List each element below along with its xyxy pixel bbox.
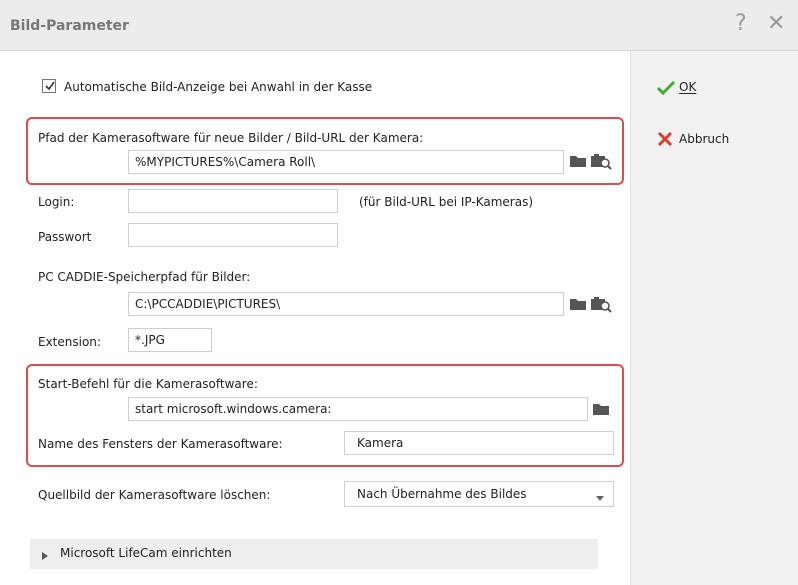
title-bar: Bild-Parameter ? ✕ <box>0 0 798 51</box>
camera-path-label: Pfad der Kamerasoftware für neue Bilder … <box>38 131 424 145</box>
lifecam-expander[interactable]: Microsoft LifeCam einrichten <box>30 539 598 569</box>
dialog-content: Automatische Bild-Anzeige bei Anwahl in … <box>0 51 630 585</box>
save-path-label: PC CADDIE-Speicherpfad für Bilder: <box>38 270 251 284</box>
save-path-input[interactable]: C:\PCCADDIE\PICTURES\ <box>128 292 564 316</box>
start-command-label: Start-Befehl für die Kamerasoftware: <box>38 377 258 391</box>
login-label: Login: <box>38 195 75 209</box>
close-x-icon <box>657 131 673 147</box>
close-button[interactable]: ✕ <box>767 12 785 36</box>
chevron-right-icon <box>42 549 48 563</box>
folder-icon[interactable] <box>569 296 587 315</box>
password-input[interactable] <box>128 223 338 247</box>
check-icon <box>657 81 675 95</box>
window-name-label: Name des Fensters der Kamerasoftware: <box>38 437 283 451</box>
auto-display-checkbox[interactable] <box>42 79 56 93</box>
extension-label: Extension: <box>38 335 101 349</box>
lifecam-label: Microsoft LifeCam einrichten <box>60 546 232 560</box>
delete-source-value: Nach Übernahme des Bildes <box>357 487 527 501</box>
delete-source-label: Quellbild der Kamerasoftware löschen: <box>38 488 271 502</box>
ok-label: OK <box>679 80 697 94</box>
delete-source-select[interactable]: Nach Übernahme des Bildes <box>344 481 614 507</box>
chevron-down-icon <box>595 491 605 505</box>
start-command-input[interactable]: start microsoft.windows.camera: <box>128 397 588 421</box>
password-label: Passwort <box>38 230 92 244</box>
auto-display-label: Automatische Bild-Anzeige bei Anwahl in … <box>64 80 373 94</box>
login-input[interactable] <box>128 189 338 213</box>
login-hint: (für Bild-URL bei IP-Kameras) <box>359 195 534 209</box>
help-button[interactable]: ? <box>735 12 747 36</box>
cancel-label: Abbruch <box>679 132 730 146</box>
window-title: Bild-Parameter <box>10 18 129 34</box>
folder-icon[interactable] <box>569 153 587 172</box>
camera-path-input[interactable]: %MYPICTURES%\Camera Roll\ <box>128 150 564 174</box>
camera-search-icon[interactable] <box>590 152 612 173</box>
checkmark-icon <box>45 81 55 91</box>
extension-input[interactable]: *.JPG <box>128 328 212 352</box>
folder-icon[interactable] <box>592 401 610 420</box>
button-panel: OK Abbruch <box>630 51 798 585</box>
window-name-input[interactable]: Kamera <box>344 431 614 455</box>
camera-search-icon[interactable] <box>590 295 612 316</box>
